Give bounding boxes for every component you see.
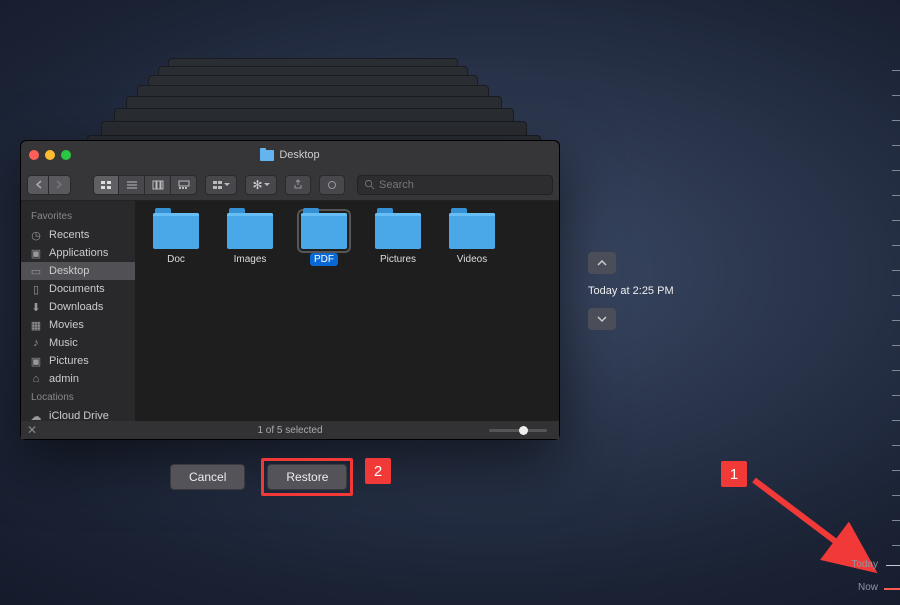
icon-view-button[interactable]: [93, 175, 119, 195]
sidebar-item-movies[interactable]: ▦Movies: [21, 316, 135, 334]
sidebar-item-desktop[interactable]: ▭Desktop: [21, 262, 135, 280]
folder-item[interactable]: Pictures: [363, 213, 433, 266]
folder-icon: [301, 213, 347, 249]
folder-icon: [260, 150, 274, 161]
annotation-badge-1: 1: [721, 461, 747, 487]
sidebar-header-favorites: Favorites: [21, 207, 135, 226]
forward-button[interactable]: [49, 175, 71, 195]
sidebar-item-downloads[interactable]: ⬇Downloads: [21, 298, 135, 316]
time-next-button[interactable]: [588, 308, 616, 330]
doc-icon: ▯: [29, 283, 43, 295]
sidebar-item-admin[interactable]: ⌂admin: [21, 370, 135, 388]
search-field[interactable]: Search: [357, 175, 553, 195]
time-label: Today at 2:25 PM: [588, 282, 674, 300]
titlebar: Desktop: [21, 141, 559, 169]
gallery-view-button[interactable]: [171, 175, 197, 195]
sidebar-item-recents[interactable]: ◷Recents: [21, 226, 135, 244]
back-button[interactable]: [27, 175, 49, 195]
restore-button[interactable]: Restore: [267, 464, 347, 490]
close-icon[interactable]: [29, 150, 39, 160]
sidebar-item-icloud[interactable]: ☁iCloud Drive: [21, 407, 135, 421]
folder-item[interactable]: Images: [215, 213, 285, 266]
sidebar-item-pictures[interactable]: ▣Pictures: [21, 352, 135, 370]
time-nav: Today at 2:25 PM: [588, 252, 674, 330]
toolbar: ✻ Search: [21, 169, 559, 201]
timeline[interactable]: Today Now: [882, 0, 900, 605]
movie-icon: ▦: [29, 319, 43, 331]
annotation-arrow: [750, 474, 900, 594]
group-by-dropdown[interactable]: [205, 175, 237, 195]
status-text: 1 of 5 selected: [257, 425, 322, 436]
folder-item[interactable]: Videos: [437, 213, 507, 266]
maximize-icon[interactable]: [61, 150, 71, 160]
sidebar-header-locations: Locations: [21, 388, 135, 407]
window-title: Desktop: [279, 149, 319, 161]
sidebar: Favorites ◷Recents ▣Applications ▭Deskto…: [21, 201, 135, 421]
sidebar-item-applications[interactable]: ▣Applications: [21, 244, 135, 262]
apps-icon: ▣: [29, 247, 43, 259]
annotation-badge-2: 2: [365, 458, 391, 484]
folder-item[interactable]: Doc: [141, 213, 211, 266]
icon-size-slider[interactable]: [489, 429, 547, 432]
music-icon: ♪: [29, 337, 43, 349]
annotation-highlight-restore: Restore: [261, 458, 353, 496]
column-view-button[interactable]: [145, 175, 171, 195]
finder-window: Desktop ✻ Search Favorites ◷Recents ▣: [20, 140, 560, 440]
timeline-today-label: Today: [851, 559, 878, 570]
action-dropdown[interactable]: ✻: [245, 175, 277, 195]
status-bar: ✕ 1 of 5 selected: [21, 421, 559, 439]
download-icon: ⬇: [29, 301, 43, 313]
clock-icon: ◷: [29, 229, 43, 241]
close-x-icon[interactable]: ✕: [27, 423, 37, 437]
view-mode-segment: [93, 175, 197, 195]
sidebar-item-music[interactable]: ♪Music: [21, 334, 135, 352]
sidebar-item-documents[interactable]: ▯Documents: [21, 280, 135, 298]
search-icon: [364, 179, 375, 190]
action-row: Cancel Restore: [170, 458, 353, 496]
folder-icon: [227, 213, 273, 249]
window-controls: [29, 150, 71, 160]
folder-icon: [153, 213, 199, 249]
cancel-button[interactable]: Cancel: [170, 464, 245, 490]
picture-icon: ▣: [29, 355, 43, 367]
folder-icon: [375, 213, 421, 249]
home-icon: ⌂: [29, 373, 43, 385]
folder-icon: [449, 213, 495, 249]
folder-content[interactable]: Doc Images PDF Pictures Videos: [135, 201, 559, 421]
time-prev-button[interactable]: [588, 252, 616, 274]
search-placeholder: Search: [379, 179, 414, 191]
share-button[interactable]: [285, 175, 311, 195]
timeline-now-label: Now: [858, 582, 878, 593]
tags-button[interactable]: [319, 175, 345, 195]
folder-item-selected[interactable]: PDF: [289, 213, 359, 266]
minimize-icon[interactable]: [45, 150, 55, 160]
desktop-icon: ▭: [29, 265, 43, 277]
cloud-icon: ☁: [29, 410, 43, 421]
list-view-button[interactable]: [119, 175, 145, 195]
